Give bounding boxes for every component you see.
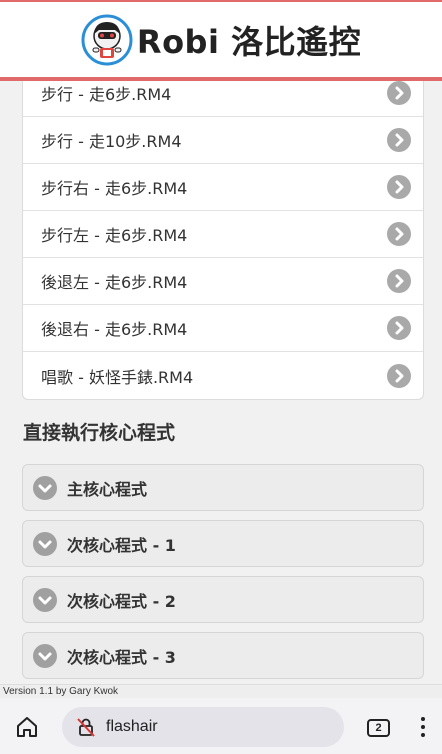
sub-core-2-button[interactable]: 次核心程式 - 2 — [22, 576, 424, 623]
chevron-right-icon — [387, 175, 411, 199]
list-item[interactable]: 步行左 - 走6步.RM4 — [23, 211, 423, 258]
chevron-right-icon — [387, 363, 411, 388]
more-menu-icon[interactable] — [418, 715, 428, 739]
insecure-lock-icon[interactable] — [74, 715, 98, 739]
core-label: 主核心程式 — [67, 479, 148, 499]
app-header: Robi 洛比遙控 — [0, 0, 442, 81]
file-label: 步行 - 走10步.RM4 — [41, 132, 182, 151]
chevron-right-icon — [387, 269, 411, 293]
list-item[interactable]: 唱歌 - 妖怪手錶.RM4 — [23, 352, 423, 399]
file-label: 步行右 - 走6步.RM4 — [41, 179, 188, 198]
chevron-down-icon — [33, 475, 57, 500]
list-item[interactable]: 後退右 - 走6步.RM4 — [23, 305, 423, 352]
main-core-button[interactable]: 主核心程式 — [22, 464, 424, 511]
main-content[interactable]: 步行 - 走6步.RM4 步行 - 走10步.RM4 步行右 - 走6步.RM4… — [0, 81, 442, 684]
sub-core-3-button[interactable]: 次核心程式 - 3 — [22, 632, 424, 679]
list-item[interactable]: 步行 - 走6步.RM4 — [23, 81, 423, 117]
chevron-down-icon — [33, 587, 57, 612]
core-label: 次核心程式 - 1 — [67, 535, 176, 555]
core-label: 次核心程式 - 2 — [67, 591, 176, 611]
chevron-right-icon — [387, 81, 411, 105]
file-label: 唱歌 - 妖怪手錶.RM4 — [41, 367, 194, 387]
file-label: 步行左 - 走6步.RM4 — [41, 226, 188, 245]
robi-logo-icon — [81, 14, 133, 65]
file-label: 後退左 - 走6步.RM4 — [41, 273, 188, 292]
file-list: 步行 - 走6步.RM4 步行 - 走10步.RM4 步行右 - 走6步.RM4… — [22, 81, 424, 400]
app-title: Robi 洛比遙控 — [136, 22, 362, 61]
tab-count-button[interactable]: 2 — [367, 719, 390, 737]
chevron-down-icon — [33, 531, 57, 556]
chevron-right-icon — [387, 128, 411, 152]
file-label: 步行 - 走6步.RM4 — [41, 85, 172, 104]
file-label: 後退右 - 走6步.RM4 — [41, 320, 188, 339]
chevron-right-icon — [387, 316, 411, 340]
sub-core-1-button[interactable]: 次核心程式 - 1 — [22, 520, 424, 567]
browser-toolbar: flashair 2 — [0, 698, 442, 754]
chevron-right-icon — [387, 222, 411, 246]
version-footer: Version 1.1 by Gary Kwok — [0, 684, 442, 698]
chevron-down-icon — [33, 643, 57, 668]
list-item[interactable]: 步行 - 走10步.RM4 — [23, 117, 423, 164]
url-bar[interactable]: flashair — [62, 707, 344, 747]
core-label: 次核心程式 - 3 — [67, 647, 176, 667]
section-title: 直接執行核心程式 — [23, 422, 176, 444]
list-item[interactable]: 步行右 - 走6步.RM4 — [23, 164, 423, 211]
url-text: flashair — [106, 718, 158, 735]
home-icon[interactable] — [14, 714, 40, 740]
list-item[interactable]: 後退左 - 走6步.RM4 — [23, 258, 423, 305]
